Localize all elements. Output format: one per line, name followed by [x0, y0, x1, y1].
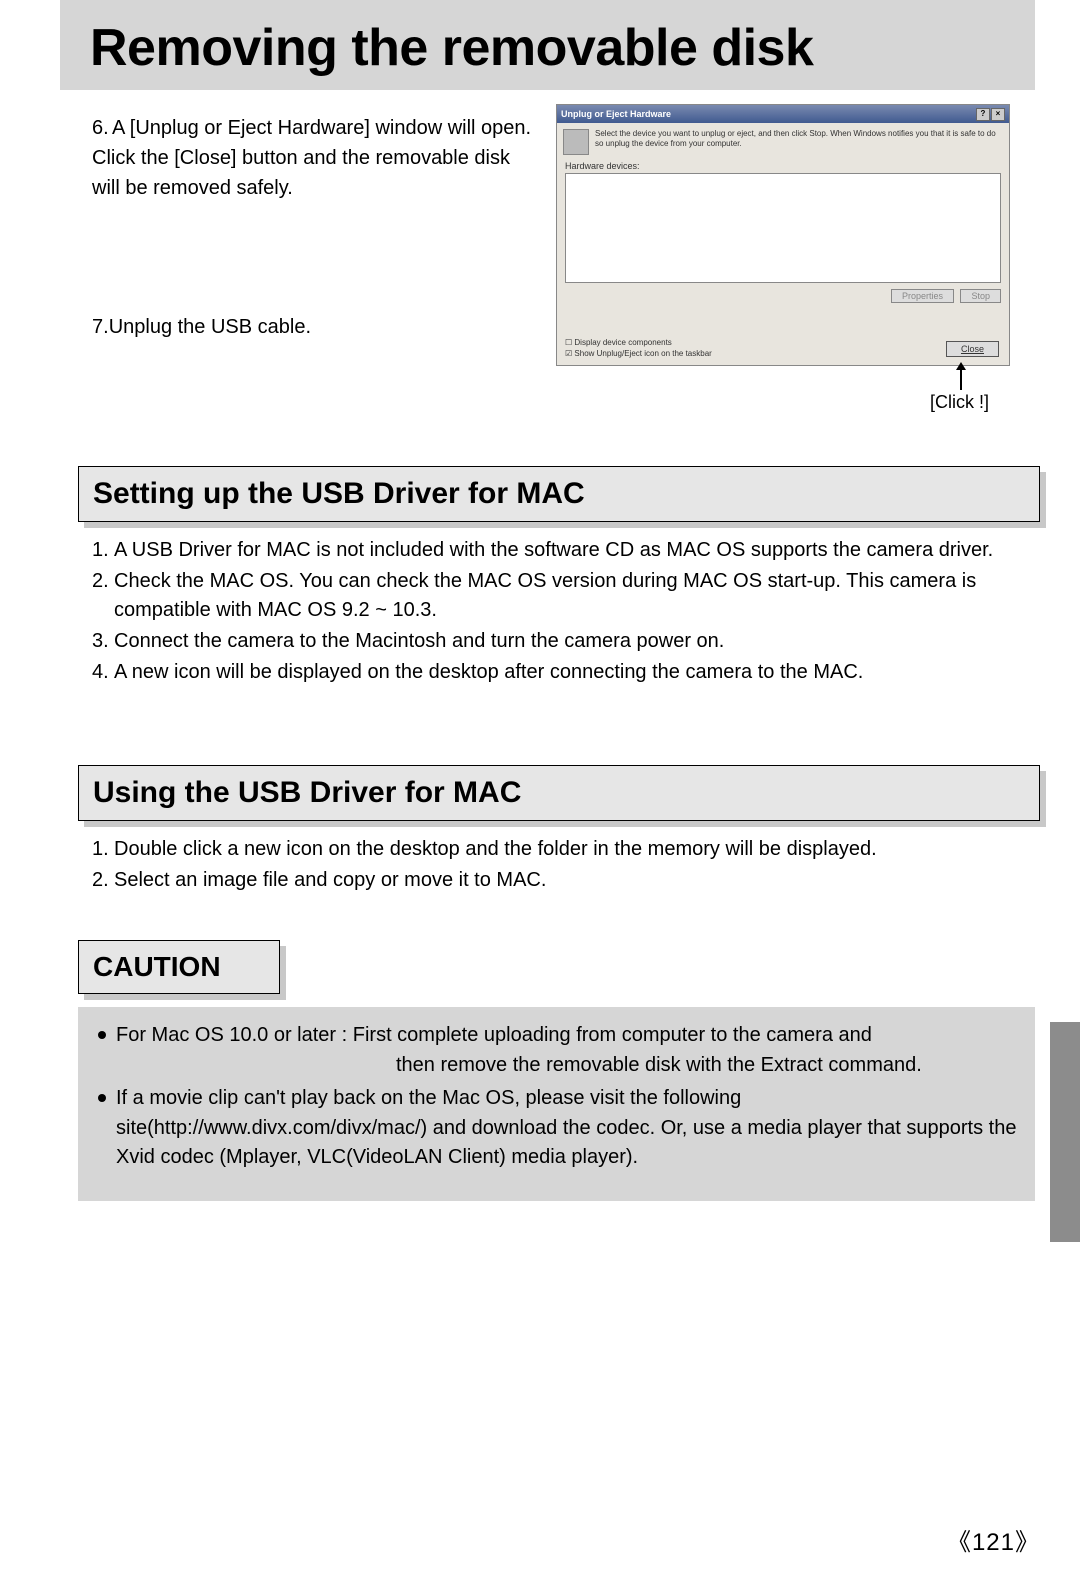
list-number: 2.	[92, 866, 114, 895]
dialog-description: Select the device you want to unplug or …	[595, 129, 1003, 155]
bullet-text-cont: then remove the removable disk with the …	[116, 1051, 1017, 1081]
eject-icon	[563, 129, 589, 155]
page-number-value: 121	[972, 1529, 1015, 1556]
unplug-dialog-screenshot: Unplug or Eject Hardware ?× Select the d…	[556, 104, 1010, 366]
list-number: 1.	[92, 835, 114, 864]
page-number: 《121》	[947, 1522, 1040, 1557]
properties-button: Properties	[891, 289, 954, 303]
help-icon: ?	[976, 108, 990, 121]
display-components-checkbox-label: Display device components	[574, 338, 671, 347]
section-header-setup-mac: Setting up the USB Driver for MAC	[78, 466, 1040, 522]
list-text: Double click a new icon on the desktop a…	[114, 835, 1026, 864]
checkbox-area: ☐ Display device components ☑ Show Unplu…	[565, 337, 712, 359]
show-icon-checkbox-label: Show Unplug/Eject icon on the taskbar	[574, 349, 711, 358]
side-index-tab	[1050, 1022, 1080, 1242]
list-text: A USB Driver for MAC is not included wit…	[114, 536, 1026, 565]
list-number: 4.	[92, 658, 114, 687]
step-text: Unplug the USB cable.	[109, 316, 311, 338]
bullet-text: If a movie clip can't play back on the M…	[116, 1087, 1016, 1168]
section-title: Using the USB Driver for MAC	[78, 765, 1040, 821]
dialog-title: Unplug or Eject Hardware	[561, 109, 671, 119]
step-number: 6.	[92, 113, 112, 143]
hardware-devices-label: Hardware devices:	[557, 161, 1009, 171]
step-6: 6.A [Unplug or Eject Hardware] window wi…	[92, 113, 532, 203]
section-title: Setting up the USB Driver for MAC	[78, 466, 1040, 522]
list-number: 2.	[92, 567, 114, 596]
list-number: 3.	[92, 627, 114, 656]
close-button: Close	[946, 341, 999, 357]
stop-button: Stop	[960, 289, 1001, 303]
section1-body: 1.A USB Driver for MAC is not included w…	[92, 536, 1030, 689]
caution-body: For Mac OS 10.0 or later : First complet…	[78, 1007, 1035, 1201]
step-7: 7.Unplug the USB cable.	[92, 316, 311, 339]
dialog-titlebar: Unplug or Eject Hardware ?×	[557, 105, 1009, 123]
list-number: 1.	[92, 536, 114, 565]
section-header-using-mac: Using the USB Driver for MAC	[78, 765, 1040, 821]
list-text: A new icon will be displayed on the desk…	[114, 658, 1026, 687]
caution-bullet-1: For Mac OS 10.0 or later : First complet…	[96, 1021, 1017, 1080]
section-title: CAUTION	[78, 940, 280, 994]
section2-body: 1.Double click a new icon on the desktop…	[92, 835, 1030, 897]
window-buttons: ?×	[975, 108, 1005, 121]
step-text: A [Unplug or Eject Hardware] window will…	[92, 117, 531, 199]
close-icon: ×	[991, 108, 1005, 121]
caution-bullet-2: If a movie clip can't play back on the M…	[96, 1084, 1017, 1173]
arrow-up-icon	[960, 370, 962, 390]
list-text: Select an image file and copy or move it…	[114, 866, 1026, 895]
list-text: Check the MAC OS. You can check the MAC …	[114, 567, 1026, 625]
click-annotation: [Click !]	[930, 392, 989, 413]
list-text: Connect the camera to the Macintosh and …	[114, 627, 1026, 656]
page-title: Removing the removable disk	[90, 18, 813, 78]
hardware-devices-list	[565, 173, 1001, 283]
manual-page: Removing the removable disk 6.A [Unplug …	[0, 0, 1080, 1585]
step-number: 7.	[92, 316, 109, 338]
bullet-text: For Mac OS 10.0 or later : First complet…	[116, 1024, 872, 1046]
section-header-caution: CAUTION	[78, 940, 280, 994]
